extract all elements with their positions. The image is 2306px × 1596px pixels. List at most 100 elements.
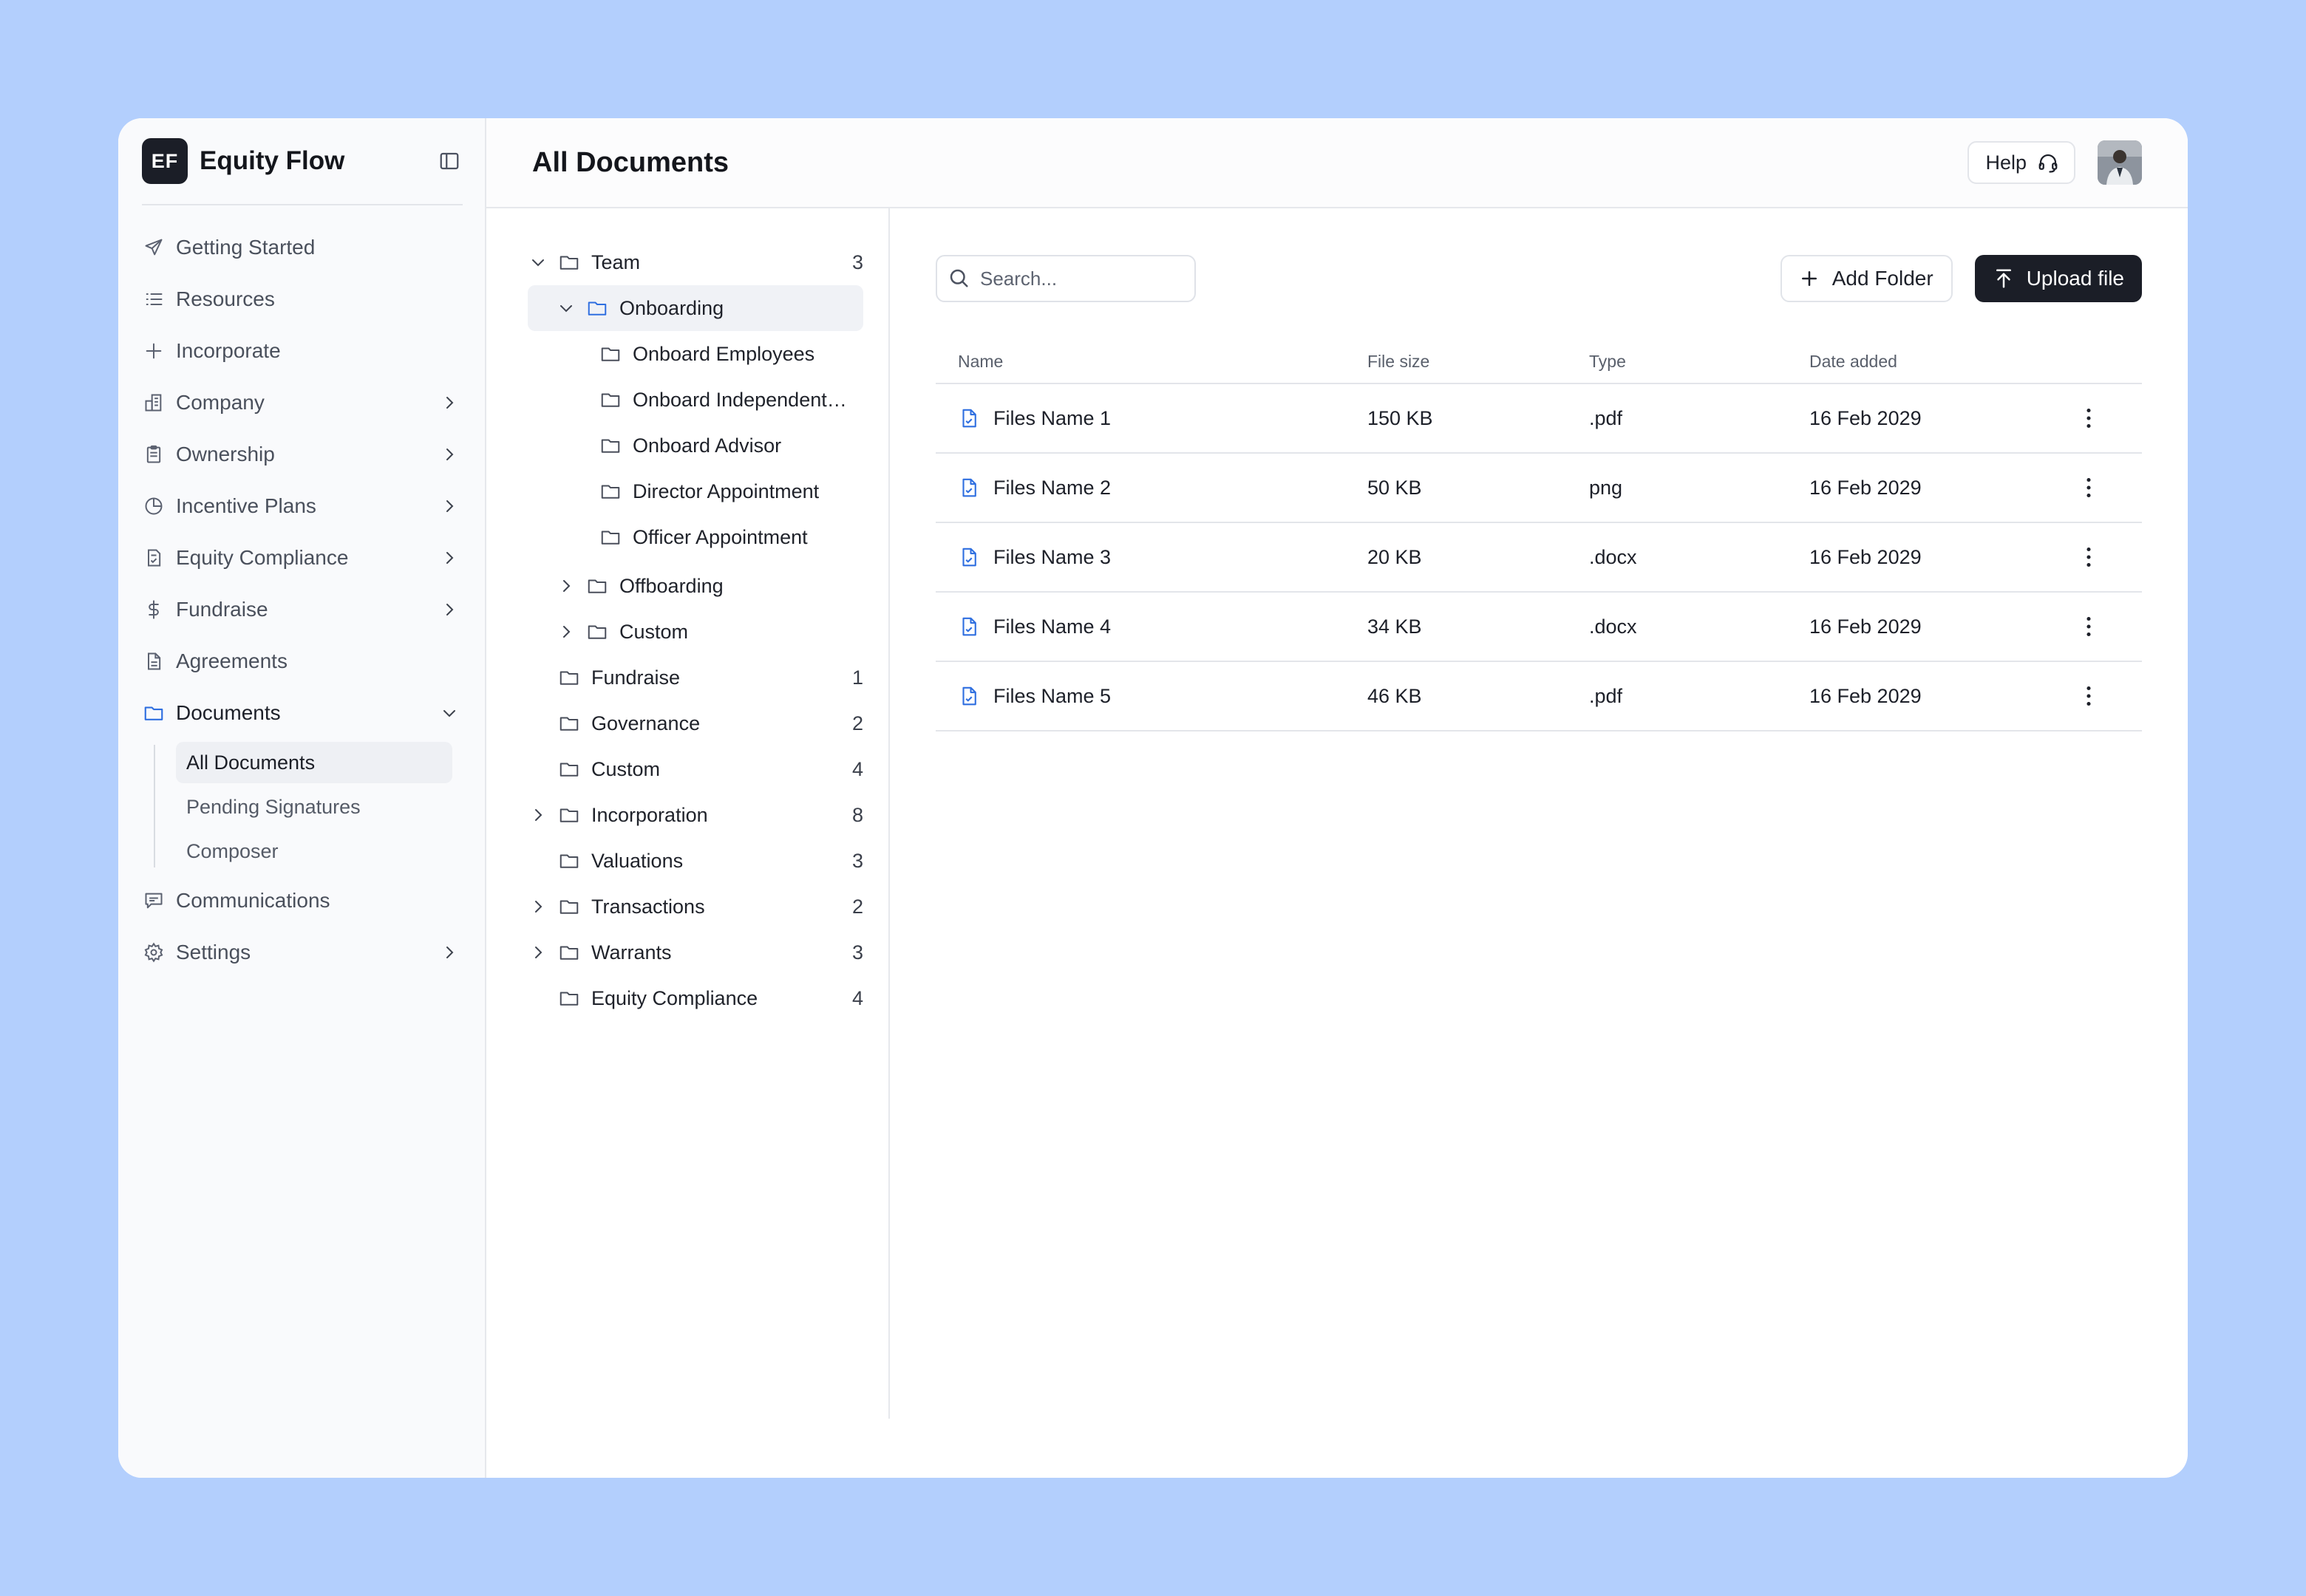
col-name[interactable]: Name [936,352,1367,372]
upload-file-button[interactable]: Upload file [1974,255,2142,302]
upload-icon [1993,267,2015,290]
more-vertical-icon[interactable] [2075,474,2102,501]
sidebar-item-fundraise[interactable]: Fundraise [142,584,463,635]
chevron-down-icon [439,703,460,723]
chevron-right-icon[interactable] [528,805,548,825]
brand: EF Equity Flow [142,118,463,205]
sidebar-item-getting-started[interactable]: Getting Started [142,222,463,273]
table-row[interactable]: Files Name 3 20 KB .docx 16 Feb 2029 [936,523,2142,593]
tree-folder-fundraise[interactable]: Fundraise 1 [528,655,863,700]
subnav-all-documents[interactable]: All Documents [176,742,452,783]
chevron-right-icon[interactable] [528,942,548,963]
tree-folder-team[interactable]: Team 3 [528,239,863,285]
file-date: 16 Feb 2029 [1809,615,1922,638]
col-date[interactable]: Date added [1809,352,2035,372]
sidebar-item-documents[interactable]: Documents [142,687,463,739]
subnav-pending-signatures[interactable]: Pending Signatures [176,786,452,828]
files-toolbar: Add Folder Upload file [936,254,2142,303]
tree-folder-incorporation[interactable]: Incorporation 8 [528,792,863,838]
sidebar-item-equity-compliance[interactable]: Equity Compliance [142,532,463,584]
subnav-composer[interactable]: Composer [176,831,452,872]
sidebar-toggle-icon[interactable] [436,148,463,174]
tree-folder-transactions[interactable]: Transactions 2 [528,884,863,930]
file-size: 34 KB [1367,615,1422,638]
tree-folder-count: 4 [851,757,863,780]
tree-folder-onboard-advisor[interactable]: Onboard Advisor [528,423,863,468]
file-name: Files Name 5 [993,684,1112,707]
tree-folder-governance[interactable]: Governance 2 [528,700,863,746]
chevron-right-icon[interactable] [556,621,576,642]
tree-folder-label: Valuations [591,849,684,872]
tree-folder-valuations[interactable]: Valuations 3 [528,838,863,884]
doc-check-icon [142,546,166,570]
sidebar-item-settings[interactable]: Settings [142,927,463,978]
add-folder-button[interactable]: Add Folder [1780,255,1953,302]
sidebar-item-company[interactable]: Company [142,377,463,429]
tree-folder-label: Custom [591,757,661,780]
chevron-down-icon[interactable] [528,252,548,273]
col-type[interactable]: Type [1589,352,1809,372]
folder-icon [599,525,622,549]
sidebar-item-resources[interactable]: Resources [142,273,463,325]
chevron-right-icon[interactable] [556,576,576,596]
tree-folder-onboard-employees[interactable]: Onboard Employees [528,331,863,377]
dollar-icon [142,598,166,621]
folder-icon [599,480,622,503]
brand-logo: EF [142,138,188,184]
sidebar-item-agreements[interactable]: Agreements [142,635,463,687]
more-vertical-icon[interactable] [2075,405,2102,432]
help-label: Help [1985,151,2027,174]
tree-folder-warrants[interactable]: Warrants 3 [528,930,863,975]
avatar[interactable] [2098,140,2142,185]
table-row[interactable]: Files Name 5 46 KB .pdf 16 Feb 2029 [936,662,2142,732]
chevron-right-icon [439,496,460,516]
headset-icon [2037,151,2059,174]
folder-icon [557,250,581,274]
tree-folder-label: Officer Appointment [633,525,808,548]
add-folder-label: Add Folder [1831,267,1933,290]
more-vertical-icon[interactable] [2075,613,2102,640]
file-type: .pdf [1589,684,1623,707]
tree-folder-offboarding[interactable]: Offboarding [528,563,863,609]
tree-folder-count: 3 [851,941,863,964]
folder-icon [557,849,581,873]
tree-folder-label: Governance [591,712,701,734]
more-vertical-icon[interactable] [2075,683,2102,709]
search-box[interactable] [936,255,1196,302]
file-name: Files Name 4 [993,615,1112,638]
tree-folder-count: 2 [851,712,863,734]
tree-folder-custom[interactable]: Custom 4 [528,746,863,792]
search-input[interactable] [980,267,1172,290]
folder-icon [557,712,581,735]
file-date: 16 Feb 2029 [1809,406,1922,429]
tree-folder-onboarding[interactable]: Onboarding [528,285,863,331]
tree-folder-onboard-independent[interactable]: Onboard Independent… [528,377,863,423]
col-size[interactable]: File size [1367,352,1589,372]
more-vertical-icon[interactable] [2075,544,2102,570]
tree-folder-count: 4 [851,986,863,1009]
tree-folder-custom-team[interactable]: Custom [528,609,863,655]
tree-folder-officer-appointment[interactable]: Officer Appointment [528,514,863,560]
file-doc-icon [958,546,980,568]
table-row[interactable]: Files Name 1 150 KB .pdf 16 Feb 2029 [936,384,2142,454]
sidebar-item-incorporate[interactable]: Incorporate [142,325,463,377]
sidebar-item-label: Documents [176,701,281,724]
chevron-right-icon[interactable] [528,896,548,917]
help-button[interactable]: Help [1967,141,2075,184]
file-pane: Add Folder Upload file Name File size Ty… [890,208,2188,1478]
sidebar-item-ownership[interactable]: Ownership [142,429,463,480]
sidebar-item-communications[interactable]: Communications [142,875,463,927]
chevron-right-icon [439,392,460,413]
tree-folder-label: Incorporation [591,803,708,826]
chevron-down-icon[interactable] [556,298,576,318]
sidebar-item-incentive-plans[interactable]: Incentive Plans [142,480,463,532]
table-row[interactable]: Files Name 2 50 KB png 16 Feb 2029 [936,454,2142,523]
tree-folder-label: Equity Compliance [591,986,758,1009]
table-row[interactable]: Files Name 4 34 KB .docx 16 Feb 2029 [936,593,2142,662]
tree-folder-equity-compliance[interactable]: Equity Compliance 4 [528,975,863,1021]
file-size: 20 KB [1367,545,1422,568]
chevron-right-icon [439,548,460,568]
tree-folder-director-appointment[interactable]: Director Appointment [528,468,863,514]
